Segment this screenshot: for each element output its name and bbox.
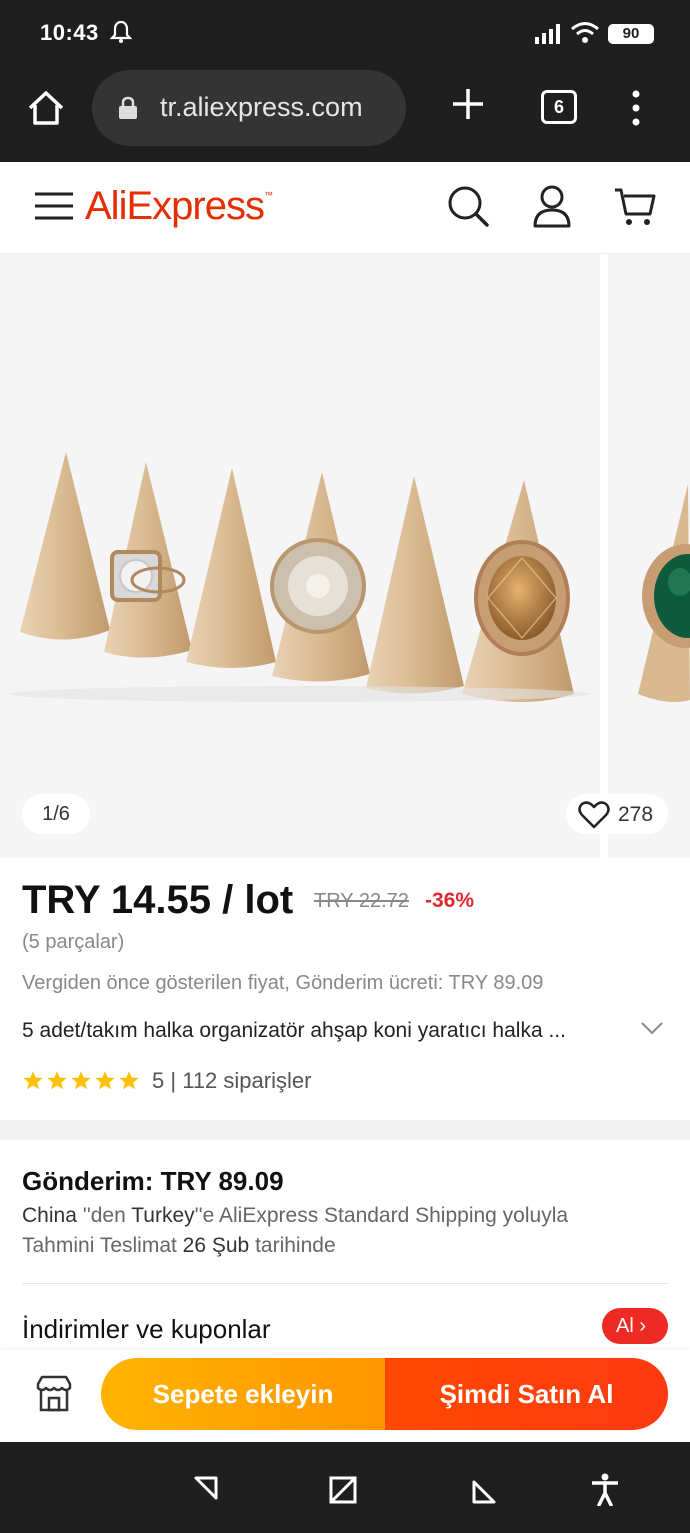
purchase-action-bar: Sepete ekleyin Şimdi Satın Al [0,1350,690,1442]
accessibility-icon[interactable] [588,1472,622,1507]
original-price: TRY 22.72 [314,890,409,912]
aliexpress-logo[interactable]: AliExpress™ [85,184,273,229]
wishlist-button[interactable]: 278 [566,794,668,834]
next-product-image[interactable] [608,254,690,858]
product-title[interactable]: 5 adet/takım halka organizatör ahşap kon… [22,1019,566,1043]
shipping-cost: Gönderim: TRY 89.09 [22,1166,284,1196]
buy-now-button[interactable]: Şimdi Satın Al [385,1358,668,1430]
star-icon [119,1071,139,1090]
search-icon[interactable] [446,184,490,228]
overview-icon[interactable] [327,1472,361,1506]
tab-switcher-button[interactable]: 6 [541,90,577,124]
status-time: 10:43 [40,20,99,45]
site-header: AliExpress™ [0,162,690,254]
pieces-count: (5 parçalar) [22,931,125,953]
home-nav-icon[interactable] [468,1472,502,1506]
status-bar: 10:43 90 [0,0,690,64]
lock-icon [118,96,138,125]
new-tab-icon[interactable] [448,84,488,124]
star-icon [71,1071,91,1090]
product-image-carousel[interactable]: 1/6 278 [0,254,690,858]
wishlist-count: 278 [618,803,654,826]
more-menu-icon[interactable] [626,88,646,128]
account-icon[interactable] [530,184,574,228]
star-icon [95,1071,115,1090]
url-text: tr.aliexpress.com [160,92,363,122]
divider [22,1283,668,1284]
product-price: TRY 14.55 / lot [22,878,294,922]
shipping-section[interactable]: Gönderim: TRY 89.09 China ''den Turkey''… [0,1140,690,1356]
cart-icon[interactable] [612,184,658,228]
wifi-icon [570,20,600,51]
rating-stars [22,1070,142,1097]
rating-value: 5 [152,1068,165,1093]
product-info: TRY 14.55 / lot TRY 22.72 -36% (5 parçal… [0,858,690,1120]
coupons-title[interactable]: İndirimler ve kuponlar [22,1314,271,1345]
star-icon [47,1071,67,1090]
hamburger-menu-icon[interactable] [34,190,74,222]
section-divider [0,1120,690,1140]
tax-shipping-note: Vergiden önce gösterilen fiyat, Gönderim… [22,972,544,994]
rating-and-orders[interactable]: 5 | 112 siparişler [152,1068,311,1094]
browser-toolbar: tr.aliexpress.com 6 [0,64,690,162]
system-navigation-bar [0,1442,690,1533]
signal-icon [535,24,561,49]
shipping-route: China ''den Turkey''e AliExpress Standar… [22,1204,569,1227]
home-icon[interactable] [24,86,68,130]
delivery-estimate: Tahmini Teslimat 26 Şub tarihinde [22,1234,336,1257]
carousel-divider [600,254,608,858]
rating-separator: | [170,1068,177,1093]
product-image[interactable] [0,254,600,858]
get-coupon-button[interactable]: Al › [602,1308,668,1344]
store-icon[interactable] [34,1374,74,1414]
discount-badge: -36% [425,889,475,912]
address-bar[interactable]: tr.aliexpress.com [92,70,406,146]
image-counter: 1/6 [22,794,90,834]
orders-count: 112 siparişler [182,1068,312,1093]
back-icon[interactable] [192,1472,226,1506]
battery-indicator: 90 [608,24,654,44]
add-to-cart-button[interactable]: Sepete ekleyin [101,1358,385,1430]
chevron-down-icon[interactable] [640,1020,664,1041]
notification-bell-icon [109,20,133,49]
star-icon [23,1071,43,1090]
